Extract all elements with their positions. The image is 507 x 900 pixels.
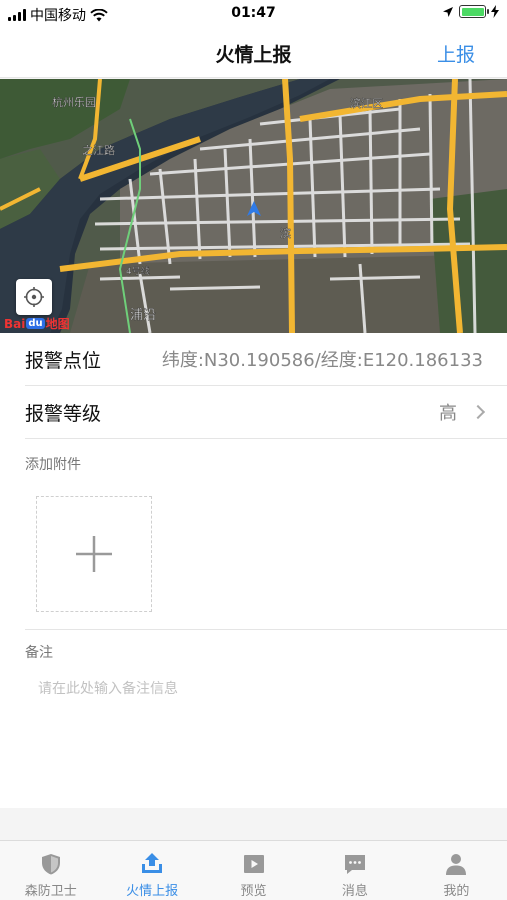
- alarm-level-row[interactable]: 报警等级 高: [25, 386, 507, 439]
- status-time: 01:47: [231, 5, 276, 21]
- location-row: 报警点位 纬度:N30.190586/经度:E120.186133: [25, 333, 507, 386]
- page-title: 火情上报: [215, 44, 292, 66]
- plus-icon: [76, 536, 112, 572]
- status-bar: 中国移动 01:47: [0, 0, 507, 28]
- location-value: 纬度:N30.190586/经度:E120.186133: [161, 350, 483, 371]
- tab-label: 预览: [240, 884, 267, 899]
- alarm-level-value-wrap: 高: [439, 399, 486, 425]
- satellite-map[interactable]: 杭州乐园 滨江区 之江路 4号线 浦沿 滨 Bai du 地图: [0, 79, 507, 333]
- alarm-level-label: 报警等级: [25, 402, 102, 425]
- map-label-district: 滨江区: [350, 96, 383, 110]
- location-arrow-icon: [443, 6, 453, 17]
- add-attachment-button[interactable]: [36, 496, 152, 612]
- remarks-input[interactable]: [38, 678, 478, 798]
- tab-messages[interactable]: 消息: [304, 841, 405, 900]
- map-label-road: 之江路: [82, 143, 115, 157]
- upload-icon: [142, 853, 163, 873]
- locate-button[interactable]: [16, 279, 52, 315]
- battery-icon: [459, 5, 489, 18]
- tab-label: 森防卫士: [24, 884, 77, 899]
- nav-bar: 火情上报 上报: [0, 28, 507, 78]
- tab-preview[interactable]: 预览: [203, 841, 304, 900]
- tab-fire-report[interactable]: 火情上报: [101, 841, 202, 900]
- message-icon: [344, 855, 365, 874]
- report-form: 报警点位 纬度:N30.190586/经度:E120.186133 报警等级 高…: [0, 333, 507, 808]
- alarm-level-value: 高: [439, 403, 457, 424]
- shield-icon: [41, 854, 60, 875]
- baidu-map-logo: Bai du 地图: [4, 316, 70, 332]
- charging-icon: [491, 5, 499, 18]
- remarks-label: 备注: [25, 645, 53, 661]
- tab-label: 火情上报: [126, 884, 179, 899]
- tab-label: 我的: [443, 884, 470, 899]
- tab-label: 消息: [341, 884, 368, 899]
- chevron-right-icon: [470, 404, 486, 420]
- crosshair-icon: [24, 287, 44, 307]
- map-canvas: 杭州乐园 滨江区 之江路 4号线 浦沿 滨: [0, 79, 507, 333]
- map-label-metro: 4号线: [126, 265, 150, 277]
- status-right: [442, 5, 499, 18]
- play-icon: [243, 855, 264, 873]
- location-label: 报警点位: [25, 349, 102, 372]
- person-icon: [446, 854, 467, 875]
- tab-forest-guard[interactable]: 森防卫士: [0, 841, 101, 900]
- attachment-label: 添加附件: [25, 457, 81, 473]
- submit-report-button[interactable]: 上报: [437, 40, 475, 67]
- map-label-park: 杭州乐园: [52, 95, 96, 109]
- tab-bar: 森防卫士 火情上报 预览 消息 我的: [0, 840, 507, 900]
- map-label-puyan: 浦沿: [130, 308, 156, 323]
- tab-mine[interactable]: 我的: [406, 841, 507, 900]
- map-label-bin: 滨: [280, 226, 291, 240]
